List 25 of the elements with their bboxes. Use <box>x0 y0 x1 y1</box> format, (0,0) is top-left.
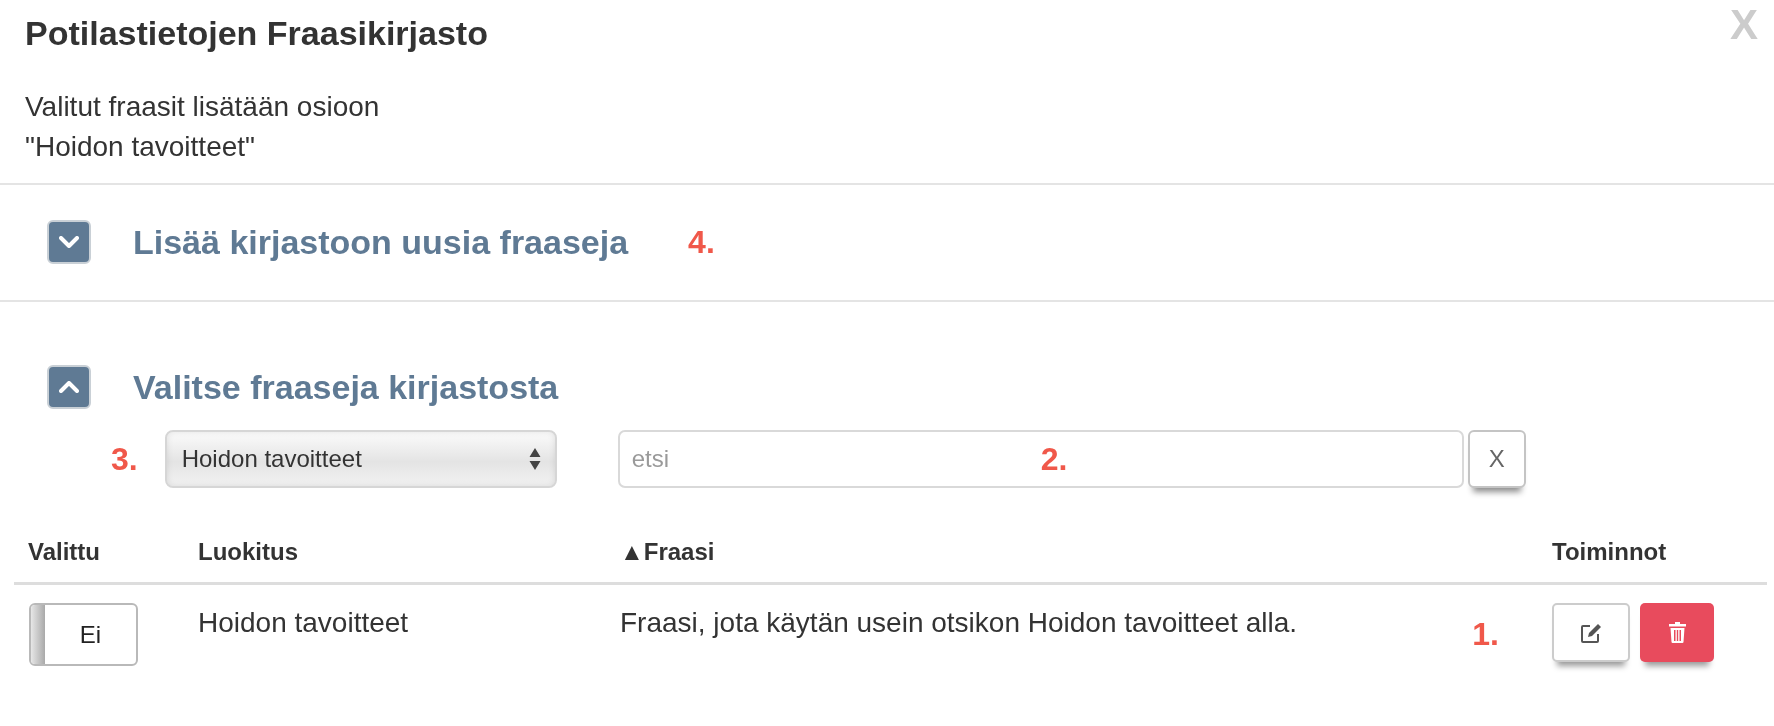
edit-button[interactable] <box>1552 603 1630 662</box>
annotation-number: 2. <box>1040 441 1068 477</box>
section-heading: Valitse fraaseja kirjastosta <box>133 367 559 407</box>
annotation-number: 4. <box>688 224 715 260</box>
column-header: Luokitus <box>197 537 299 567</box>
category-text: Hoidon tavoitteet <box>198 607 409 638</box>
column-header: Toiminnot <box>1551 537 1668 567</box>
section-heading: Lisää kirjastoon uusia fraaseja <box>133 222 629 262</box>
clear-search-button[interactable]: X <box>1467 430 1526 488</box>
annotation-number: 3. <box>111 441 138 477</box>
annotation-number: 1. <box>1472 616 1499 652</box>
toggle-knob-icon <box>31 605 45 664</box>
pencil-square-icon <box>1580 621 1602 644</box>
trash-icon <box>1668 622 1686 643</box>
category-select[interactable]: Hoidon tavoitteet <box>164 430 557 488</box>
column-header: Valittu <box>27 537 101 567</box>
selection-toggle[interactable]: Ei <box>29 603 138 666</box>
chevron-up-icon[interactable] <box>47 365 91 409</box>
chevron-down-icon[interactable] <box>47 220 91 264</box>
updown-arrows-icon <box>528 447 541 471</box>
phrase-text: Fraasi, jota käytän usein otsikon Hoidon tavoitteet alla. <box>620 606 1298 640</box>
column-header: ▲Fraasi <box>619 537 716 567</box>
dialog-title: Potilastietojen Fraasikirjasto <box>25 13 488 53</box>
delete-button[interactable] <box>1640 603 1714 662</box>
dialog-description: Valitut fraasit lisätään osioon "Hoidon tavoitteet" <box>25 90 381 164</box>
